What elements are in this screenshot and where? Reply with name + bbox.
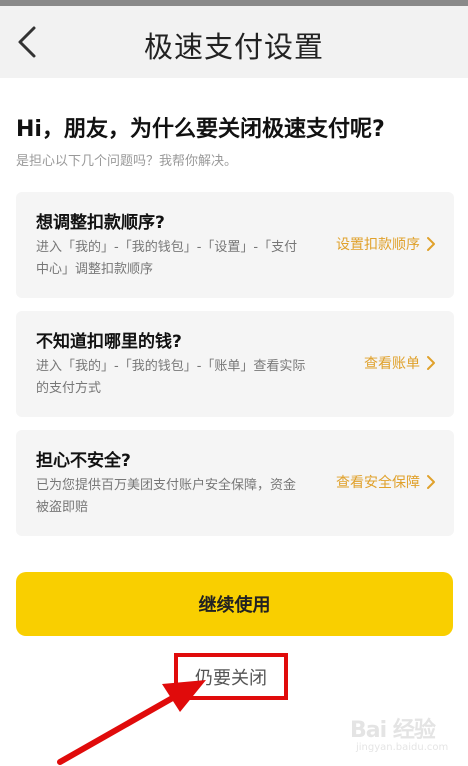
reason-card: 想调整扣款顺序? 进入「我的」-「我的钱包」-「设置」-「支付中心」调整扣款顺序… (16, 192, 454, 298)
nav-bar: 极速支付设置 (0, 6, 468, 78)
reason-card: 担心不安全? 已为您提供百万美团支付账户安全保障，资金被盗即赔 查看安全保障 (16, 430, 454, 536)
card-description: 已为您提供百万美团支付账户安全保障，资金被盗即赔 (36, 478, 297, 515)
reason-card: 不知道扣哪里的钱? 进入「我的」-「我的钱包」-「账单」查看实际的支付方式 查看… (16, 311, 454, 417)
still-close-button[interactable]: 仍要关闭 (174, 653, 288, 700)
intro-subline: 是担心以下几个问题吗？我帮你解决。 (16, 154, 238, 169)
card-description: 进入「我的」-「我的钱包」-「设置」-「支付中心」调整扣款顺序 (36, 240, 298, 277)
view-bill-link[interactable]: 查看账单 (364, 353, 436, 373)
view-security-link[interactable]: 查看安全保障 (336, 472, 436, 492)
card-link-label: 查看账单 (364, 356, 420, 372)
watermark: Bai 经验 jingyan.baidu.com (350, 712, 462, 760)
chevron-right-icon (427, 356, 435, 370)
chevron-right-icon (427, 475, 435, 489)
card-title: 不知道扣哪里的钱? (36, 332, 182, 352)
continue-button[interactable]: 继续使用 (16, 572, 453, 636)
card-link-label: 设置扣款顺序 (336, 237, 420, 253)
set-deduction-order-link[interactable]: 设置扣款顺序 (336, 234, 436, 254)
watermark-url: jingyan.baidu.com (356, 742, 449, 753)
card-description: 进入「我的」-「我的钱包」-「账单」查看实际的支付方式 (36, 359, 306, 396)
chevron-right-icon (427, 237, 435, 251)
card-link-label: 查看安全保障 (336, 475, 420, 491)
page-title: 极速支付设置 (143, 30, 324, 64)
card-title: 担心不安全? (36, 451, 131, 471)
card-title: 想调整扣款顺序? (36, 213, 165, 233)
intro-headline: Hi，朋友，为什么要关闭极速支付呢? (16, 117, 385, 142)
watermark-logo: Bai 经验 (350, 718, 436, 743)
